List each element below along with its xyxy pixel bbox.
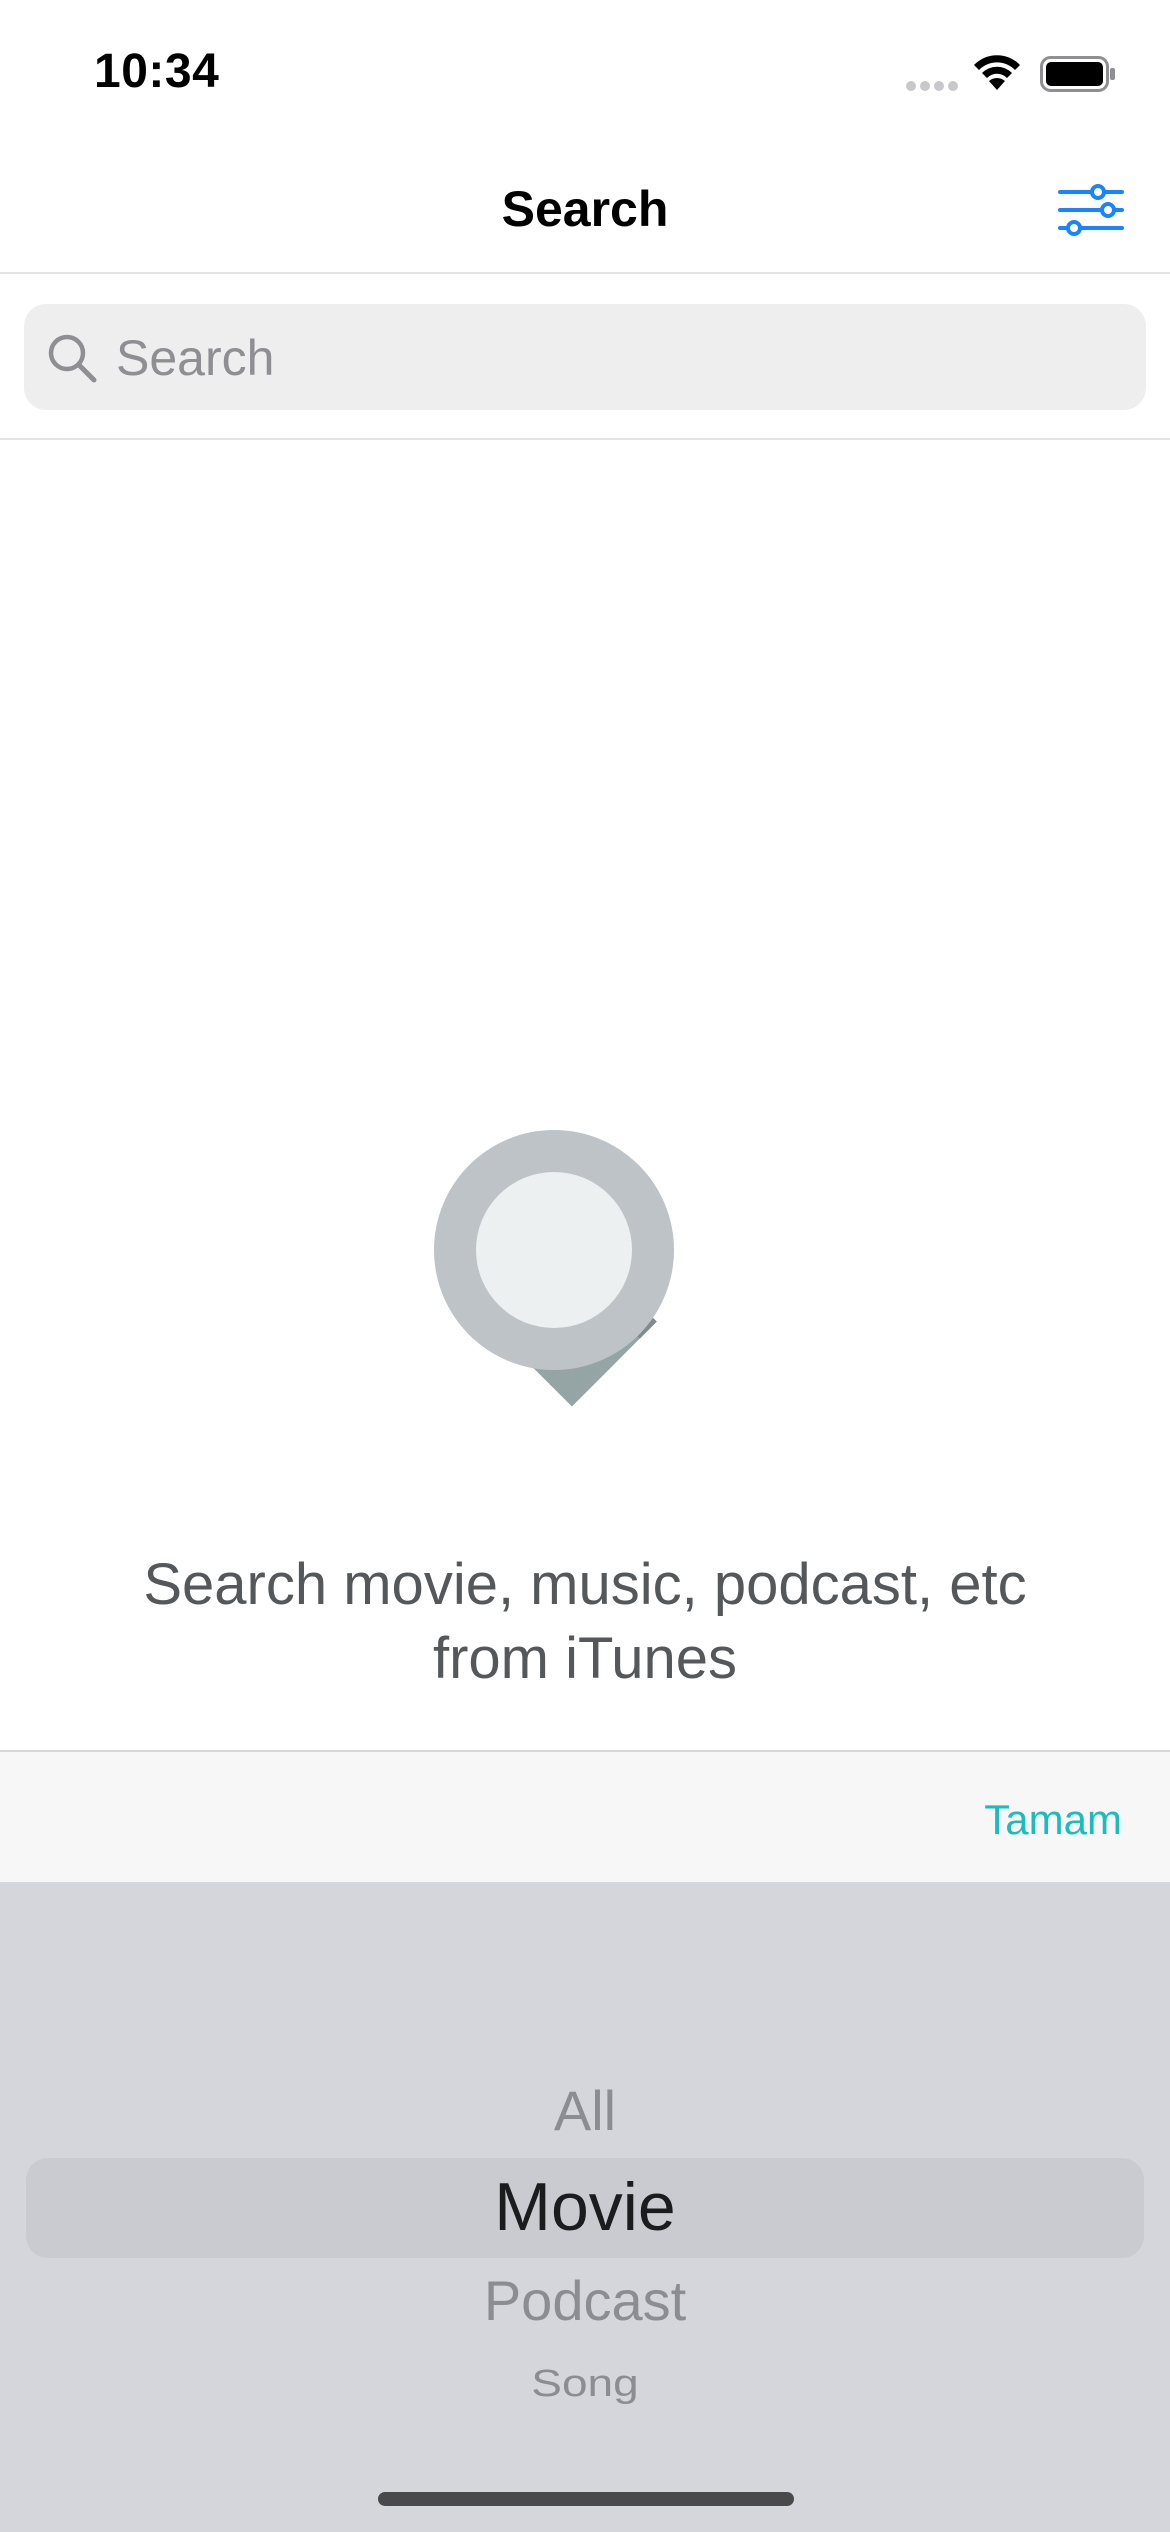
category-picker[interactable]: All Movie Podcast Song <box>0 1882 1170 2532</box>
page-title: Search <box>501 181 669 237</box>
done-button[interactable]: Tamam <box>984 1796 1122 1844</box>
picker-toolbar: Tamam <box>0 1750 1170 1882</box>
home-indicator[interactable] <box>378 2492 794 2506</box>
battery-icon <box>1040 56 1115 92</box>
cellular-signal-icon <box>906 81 958 91</box>
wifi-icon <box>974 55 1020 90</box>
search-field[interactable] <box>24 304 1146 410</box>
search-bar <box>0 274 1170 440</box>
navigation-bar: Search <box>0 140 1170 274</box>
status-bar: 10:34 <box>0 0 1170 140</box>
picker-option-podcast[interactable]: Podcast <box>0 2268 1170 2333</box>
status-time: 10:34 <box>94 45 220 98</box>
picker-option-all[interactable]: All <box>0 2078 1170 2143</box>
search-input[interactable] <box>114 322 1118 394</box>
search-icon <box>48 334 97 383</box>
picker-option-song[interactable]: Song <box>0 2361 1170 2405</box>
sliders-icon <box>1058 184 1124 236</box>
filter-button[interactable] <box>1056 180 1126 240</box>
picker-option-movie[interactable]: Movie <box>0 2168 1170 2246</box>
empty-state-message: Search movie, music, podcast, etc from i… <box>143 1552 1027 1691</box>
magnifier-illustration-icon <box>434 1130 674 1407</box>
